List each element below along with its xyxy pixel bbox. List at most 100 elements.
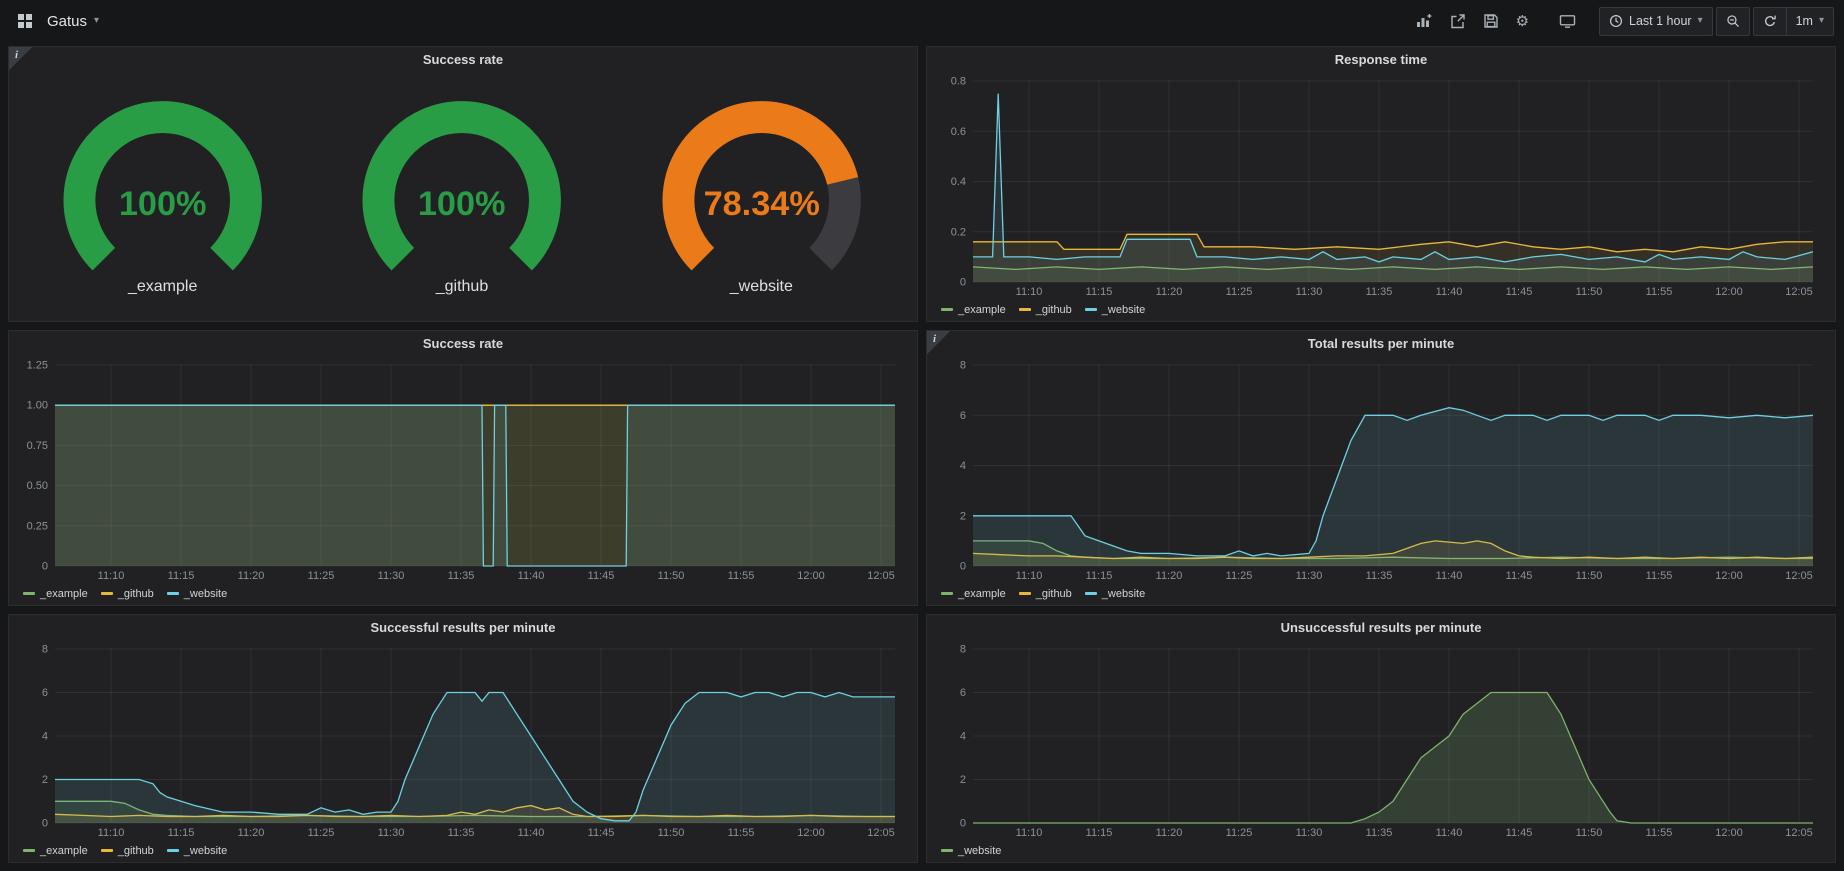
legend-item-_example[interactable]: _example [941,304,1006,316]
chart-successful-results[interactable]: 11:1011:1511:2011:2511:3011:3511:4011:45… [13,640,911,841]
panel-header[interactable]: Success rate [9,47,917,72]
chevron-down-icon: ▾ [1819,16,1824,26]
cycle-view-monitor-icon[interactable] [1552,9,1583,33]
chevron-down-icon[interactable]: ▾ [94,16,99,26]
y-axis-tick-label: 6 [960,687,966,699]
save-icon[interactable] [1476,9,1506,33]
chart-success-rate[interactable]: 11:1011:1511:2011:2511:3011:3511:4011:45… [13,356,911,584]
panel-header[interactable]: Total results per minute [927,331,1835,356]
chart-canvas[interactable]: 11:1011:1511:2011:2511:3011:3511:4011:45… [13,640,911,841]
x-axis-tick-label: 11:45 [1506,286,1533,298]
x-axis-tick-label: 11:15 [1086,827,1113,839]
panel-title[interactable]: Total results per minute [1308,336,1454,351]
legend-item-_github[interactable]: _github [101,845,154,857]
chart-canvas[interactable]: 11:1011:1511:2011:2511:3011:3511:4011:45… [931,640,1829,841]
x-axis-tick-label: 12:00 [797,570,825,582]
x-axis-tick-label: 11:45 [1506,570,1533,582]
y-axis-tick-label: 0 [42,561,48,573]
x-axis-tick-label: 11:45 [1506,827,1533,839]
chart-unsuccessful-results[interactable]: 11:1011:1511:2011:2511:3011:3511:4011:45… [931,640,1829,841]
legend-item-_github[interactable]: _github [101,588,154,600]
y-axis-tick-label: 0.50 [27,480,48,492]
legend-item-_website[interactable]: _website [941,845,1001,857]
legend-item-_example[interactable]: _example [941,588,1006,600]
panel-unsuccessful-results: Unsuccessful results per minute 11:1011:… [926,614,1836,863]
gauge-_example: 100%_example [13,95,312,295]
y-axis-tick-label: 0 [960,277,966,289]
chart-response-time[interactable]: 11:1011:1511:2011:2511:3011:3511:4011:45… [931,72,1829,300]
x-axis-tick-label: 11:15 [1086,286,1113,298]
chart-legend: _example _github _website [931,300,1829,319]
x-axis-tick-label: 11:15 [168,827,195,839]
panel-title[interactable]: Success rate [423,52,503,67]
time-range-label: Last 1 hour [1629,14,1692,28]
legend-item-_website[interactable]: _website [1085,588,1145,600]
legend-item-_example[interactable]: _example [23,845,88,857]
legend-series-name: _website [1102,304,1145,316]
chart-canvas[interactable]: 11:1011:1511:2011:2511:3011:3511:4011:45… [13,356,911,584]
chart-total-results[interactable]: 11:1011:1511:2011:2511:3011:3511:4011:45… [931,356,1829,584]
x-axis-tick-label: 12:00 [1715,827,1743,839]
x-axis-tick-label: 11:20 [1156,286,1183,298]
panel-header[interactable]: Successful results per minute [9,615,917,640]
x-axis-tick-label: 11:20 [238,827,265,839]
x-axis-tick-label: 11:30 [1296,827,1323,839]
refresh-interval-picker[interactable]: 1m ▾ [1786,7,1834,36]
x-axis-tick-label: 11:40 [518,827,545,839]
legend-series-color [941,592,953,595]
chart-canvas[interactable]: 11:1011:1511:2011:2511:3011:3511:4011:45… [931,72,1829,300]
share-icon[interactable] [1443,9,1473,33]
chart-legend: _example _github _website [13,841,911,860]
x-axis-tick-label: 11:25 [1226,286,1253,298]
x-axis-tick-label: 11:10 [1016,286,1043,298]
legend-series-color [1019,308,1031,311]
legend-item-_website[interactable]: _website [167,588,227,600]
x-axis-tick-label: 11:15 [168,570,195,582]
panel-header[interactable]: Unsuccessful results per minute [927,615,1835,640]
panel-total-results: i Total results per minute 11:1011:1511:… [926,330,1836,606]
time-range-picker[interactable]: Last 1 hour ▾ [1599,7,1713,36]
x-axis-tick-label: 11:30 [1296,286,1323,298]
y-axis-tick-label: 1.00 [27,400,48,412]
refresh-icon [1763,14,1777,28]
y-axis-tick-label: 4 [960,731,966,743]
add-panel-button[interactable] [1409,9,1440,33]
y-axis-tick-label: 6 [42,687,48,699]
legend-item-_github[interactable]: _github [1019,304,1072,316]
gauge-_github: 100%_github [312,95,611,295]
navbar-right: ⚙ Last 1 hour ▾ [1409,7,1834,36]
panel-info-icon[interactable]: i [927,331,951,355]
legend-item-_github[interactable]: _github [1019,588,1072,600]
panel-title[interactable]: Unsuccessful results per minute [1281,620,1482,635]
panel-title[interactable]: Success rate [423,336,503,351]
x-axis-tick-label: 11:10 [1016,570,1043,582]
panel-info-icon[interactable]: i [9,47,33,71]
legend-series-name: _github [118,845,154,857]
gear-icon[interactable]: ⚙ [1509,10,1536,33]
panel-title[interactable]: Successful results per minute [371,620,556,635]
refresh-button[interactable] [1753,7,1786,36]
legend-item-_website[interactable]: _website [167,845,227,857]
dashboard-title[interactable]: Gatus [47,13,87,30]
y-axis-tick-label: 0 [42,818,48,830]
legend-item-_example[interactable]: _example [23,588,88,600]
zoom-out-button[interactable] [1716,7,1750,36]
legend-series-name: _example [40,588,88,600]
x-axis-tick-label: 11:55 [1646,570,1673,582]
clock-icon [1609,14,1623,28]
legend-item-_website[interactable]: _website [1085,304,1145,316]
panel-title[interactable]: Response time [1335,52,1427,67]
x-axis-tick-label: 12:00 [797,827,825,839]
chart-canvas[interactable]: 11:1011:1511:2011:2511:3011:3511:4011:45… [931,356,1829,584]
chart-legend: _example _github _website [13,584,911,603]
x-axis-tick-label: 11:50 [1576,286,1603,298]
panel-header[interactable]: Success rate [9,331,917,356]
y-axis-tick-label: 0.8 [951,76,966,88]
panel-header[interactable]: Response time [927,47,1835,72]
zoom-out-icon [1726,14,1740,28]
x-axis-tick-label: 11:25 [1226,827,1253,839]
panel-success-rate-gauges: i Success rate 100%_example100%_github78… [8,46,918,322]
dashboard-grid-icon[interactable] [10,9,40,33]
x-axis-tick-label: 11:25 [1226,570,1253,582]
legend-series-name: _website [184,588,227,600]
